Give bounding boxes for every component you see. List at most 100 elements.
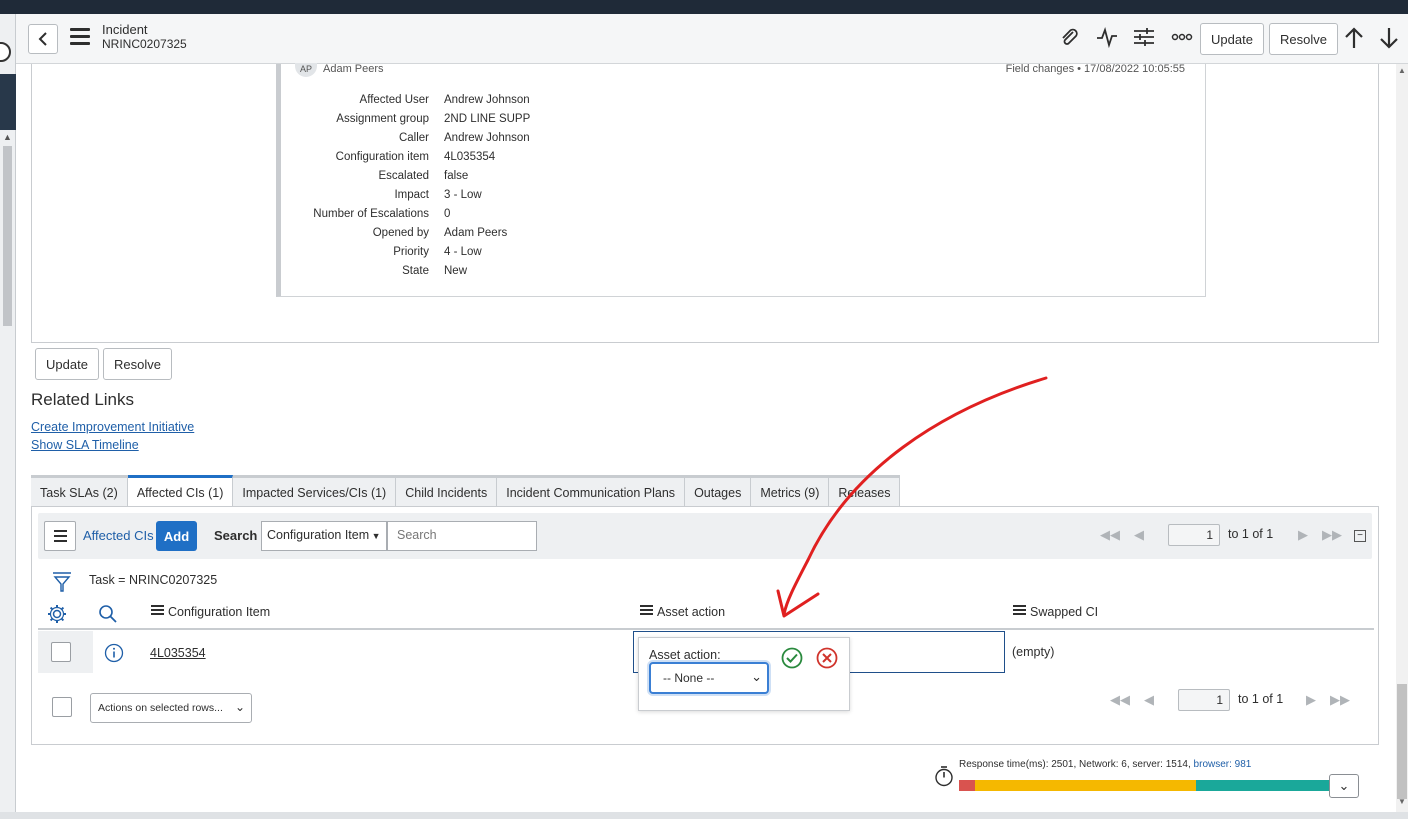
tab-communication-plans[interactable]: Incident Communication Plans — [497, 478, 686, 507]
tab-child-incidents[interactable]: Child Incidents — [396, 478, 498, 507]
response-time-text: Response time(ms): 2501, Network: 6, ser… — [959, 759, 1251, 770]
create-improvement-link[interactable]: Create Improvement Initiative — [31, 420, 194, 434]
page-input[interactable]: 1 — [1178, 689, 1230, 711]
audit-row: Affected User Andrew Johnson — [281, 94, 881, 113]
asset-action-selected: -- None -- — [663, 671, 715, 685]
update-button[interactable]: Update — [35, 348, 99, 380]
activity-icon[interactable] — [1096, 26, 1118, 54]
audit-label: Opened by — [372, 227, 429, 239]
search-field-select[interactable]: Configuration Item ▼ — [261, 521, 387, 551]
show-sla-timeline-link[interactable]: Show SLA Timeline — [31, 438, 139, 452]
gear-icon[interactable] — [46, 603, 68, 625]
chevron-down-icon: ⌄ — [234, 700, 245, 714]
tab-impacted-services[interactable]: Impacted Services/CIs (1) — [233, 478, 397, 507]
tab-task-slas[interactable]: Task SLAs (2) — [31, 478, 128, 507]
next-page-icon[interactable]: ▶ — [1306, 692, 1316, 708]
column-header-swapped-ci[interactable]: Swapped CI — [1013, 605, 1098, 619]
settings-sliders-icon[interactable] — [1133, 26, 1155, 54]
more-options-icon[interactable] — [1171, 28, 1193, 51]
audit-label: Assignment group — [336, 113, 429, 125]
back-button[interactable] — [28, 24, 58, 54]
browser-top-strip — [0, 0, 1408, 14]
rail-scroll-up-icon[interactable]: ▲ — [3, 132, 12, 142]
rail-circle-icon[interactable] — [0, 42, 11, 62]
audit-row: Escalated false — [281, 170, 881, 189]
context-menu-icon[interactable] — [70, 28, 90, 46]
column-header-asset-action[interactable]: Asset action — [640, 605, 725, 619]
audit-user: Adam Peers — [323, 63, 384, 75]
search-input[interactable]: Search — [387, 521, 537, 551]
scroll-down-icon[interactable]: ▼ — [1398, 797, 1406, 806]
list-menu-button[interactable] — [44, 521, 76, 551]
filter-condition[interactable]: Task = NRINC0207325 — [89, 573, 217, 587]
audit-value: 2ND LINE SUPP — [444, 113, 531, 125]
audit-label: Number of Escalations — [313, 208, 429, 220]
actions-select-value: Actions on selected rows... — [98, 702, 223, 714]
tab-metrics[interactable]: Metrics (9) — [751, 478, 830, 507]
audit-label: State — [402, 265, 429, 277]
scroll-up-icon[interactable]: ▲ — [1398, 66, 1406, 75]
tab-affected-cis[interactable]: Affected CIs (1) — [127, 475, 234, 507]
audit-value: false — [444, 170, 469, 182]
first-page-icon[interactable]: ◀◀ — [1100, 527, 1120, 543]
rail-scrollbar-thumb[interactable] — [3, 146, 12, 326]
audit-label: Priority — [393, 246, 429, 258]
stopwatch-icon — [935, 766, 953, 787]
add-button[interactable]: Add — [156, 521, 197, 551]
header-resolve-button[interactable]: Resolve — [1269, 23, 1338, 55]
tab-outages[interactable]: Outages — [685, 478, 752, 507]
paperclip-icon[interactable] — [1058, 26, 1080, 54]
swapped-ci-value: (empty) — [1012, 645, 1055, 659]
confirm-check-icon[interactable] — [781, 647, 803, 669]
filter-funnel-icon[interactable] — [52, 571, 72, 593]
collapse-icon[interactable]: − — [1354, 530, 1366, 542]
list-title[interactable]: Affected CIs — [83, 528, 154, 543]
tab-releases[interactable]: Releases — [829, 478, 901, 507]
audit-row: Assignment group 2ND LINE SUPP — [281, 113, 881, 132]
audit-value: 4 - Low — [444, 246, 482, 258]
rail-nav-block — [0, 74, 16, 130]
next-record-icon[interactable] — [1378, 26, 1400, 56]
page-input[interactable]: 1 — [1168, 524, 1220, 546]
ci-link[interactable]: 4L035354 — [150, 646, 206, 660]
actions-select[interactable]: Actions on selected rows... ⌄ — [90, 693, 252, 723]
asset-action-select[interactable]: -- None -- ⌄ — [649, 662, 769, 694]
last-page-icon[interactable]: ▶▶ — [1330, 692, 1350, 708]
related-links-title: Related Links — [31, 390, 135, 409]
first-page-icon[interactable]: ◀◀ — [1110, 692, 1130, 708]
asset-action-label: Asset action: — [649, 648, 721, 662]
scrollbar-thumb[interactable] — [1397, 684, 1407, 799]
next-page-icon[interactable]: ▶ — [1298, 527, 1308, 543]
prev-page-icon[interactable]: ◀ — [1134, 527, 1144, 543]
audit-row: Opened by Adam Peers — [281, 227, 881, 246]
audit-value: 4L035354 — [444, 151, 496, 163]
browser-time-link[interactable]: browser: 981 — [1194, 759, 1252, 770]
response-collapse-button[interactable]: ⌄ — [1329, 774, 1359, 798]
header-update-button[interactable]: Update — [1200, 23, 1264, 55]
info-icon[interactable] — [104, 643, 124, 663]
prev-page-icon[interactable]: ◀ — [1144, 692, 1154, 708]
row-checkbox[interactable] — [51, 642, 71, 662]
audit-label: Escalated — [378, 170, 429, 182]
column-label: Swapped CI — [1030, 605, 1099, 619]
table-row-select-cell — [38, 631, 93, 673]
search-field-value: Configuration Item — [267, 528, 370, 542]
response-bar-segment — [1196, 780, 1339, 791]
resolve-button[interactable]: Resolve — [103, 348, 172, 380]
select-all-checkbox[interactable] — [52, 697, 72, 717]
cancel-x-icon[interactable] — [816, 647, 838, 669]
left-rail: ▲ — [0, 14, 16, 819]
page-scrollbar[interactable]: ▲ ▼ — [1396, 64, 1408, 812]
audit-row: Configuration item 4L035354 — [281, 151, 881, 170]
previous-record-icon[interactable] — [1343, 26, 1365, 56]
response-bar-segment — [959, 780, 975, 791]
related-lists-tabs: Task SLAs (2) Affected CIs (1) Impacted … — [31, 475, 901, 507]
search-icon[interactable] — [98, 604, 118, 624]
last-page-icon[interactable]: ▶▶ — [1322, 527, 1342, 543]
activity-section: AP Adam Peers Field changes • 17/08/2022… — [31, 63, 1379, 343]
column-label: Configuration Item — [168, 605, 271, 619]
response-bar-segment — [975, 780, 1196, 791]
column-header-ci[interactable]: Configuration Item — [151, 605, 270, 619]
page-total: to 1 of 1 — [1228, 527, 1274, 541]
audit-timestamp: Field changes • 17/08/2022 10:05:55 — [1005, 63, 1185, 75]
